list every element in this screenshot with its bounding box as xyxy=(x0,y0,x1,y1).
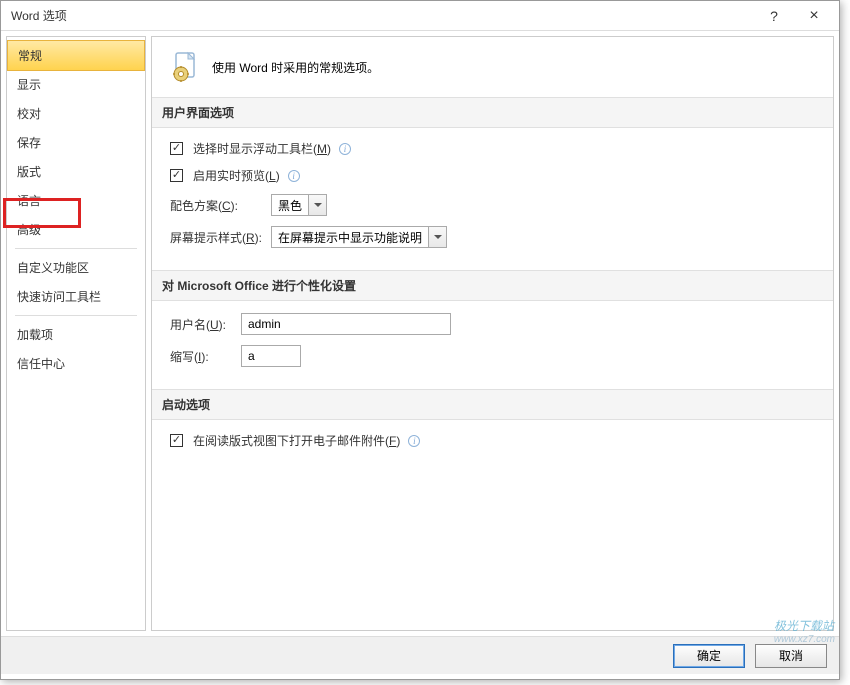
sidebar-item-display[interactable]: 显示 xyxy=(7,70,145,99)
sidebar-item-proofing[interactable]: 校对 xyxy=(7,99,145,128)
section-body-personalize: 用户名(U): 缩写(I): xyxy=(152,301,833,389)
sidebar-item-language[interactable]: 语言 xyxy=(7,186,145,215)
label-color-scheme: 配色方案(C): xyxy=(170,197,265,214)
dialog-body: 常规 显示 校对 保存 版式 语言 高级 自定义功能区 快速访问工具栏 加载项 … xyxy=(1,31,839,636)
initials-input[interactable] xyxy=(241,345,301,367)
sidebar-item-quick-access[interactable]: 快速访问工具栏 xyxy=(7,282,145,311)
checkbox-live-preview[interactable] xyxy=(170,169,183,182)
select-color-scheme[interactable]: 黑色 xyxy=(271,194,327,216)
info-icon[interactable]: i xyxy=(339,143,351,155)
label-initials: 缩写(I): xyxy=(170,348,235,365)
sidebar-item-save[interactable]: 保存 xyxy=(7,128,145,157)
section-header-ui: 用户界面选项 xyxy=(152,97,833,128)
close-button[interactable]: × xyxy=(794,2,834,30)
chevron-down-icon[interactable] xyxy=(428,227,446,247)
sidebar-item-trust-center[interactable]: 信任中心 xyxy=(7,349,145,378)
sidebar-separator xyxy=(15,315,137,316)
sidebar-item-advanced[interactable]: 高级 xyxy=(7,215,145,244)
label-screentip: 屏幕提示样式(R): xyxy=(170,229,265,246)
label-live-preview: 启用实时预览(L) xyxy=(193,167,280,184)
select-color-scheme-value: 黑色 xyxy=(272,197,308,214)
document-gear-icon xyxy=(170,51,202,83)
sidebar-item-layout[interactable]: 版式 xyxy=(7,157,145,186)
ok-button[interactable]: 确定 xyxy=(673,644,745,668)
sidebar-item-customize-ribbon[interactable]: 自定义功能区 xyxy=(7,253,145,282)
sidebar-separator xyxy=(15,248,137,249)
window-title: Word 选项 xyxy=(11,7,754,24)
sidebar: 常规 显示 校对 保存 版式 语言 高级 自定义功能区 快速访问工具栏 加载项 … xyxy=(6,36,146,631)
section-body-ui: 选择时显示浮动工具栏(M) i 启用实时预览(L) i 配色方案(C): xyxy=(152,128,833,270)
info-icon[interactable]: i xyxy=(408,435,420,447)
section-header-startup: 启动选项 xyxy=(152,389,833,420)
dialog-footer: 确定 取消 xyxy=(1,636,839,674)
titlebar: Word 选项 ? × xyxy=(1,1,839,31)
intro-text: 使用 Word 时采用的常规选项。 xyxy=(212,59,379,76)
info-icon[interactable]: i xyxy=(288,170,300,182)
help-button[interactable]: ? xyxy=(754,2,794,30)
section-header-personalize: 对 Microsoft Office 进行个性化设置 xyxy=(152,270,833,301)
word-options-dialog: Word 选项 ? × 常规 显示 校对 保存 版式 语言 高级 自定义功能区 … xyxy=(0,0,840,680)
username-input[interactable] xyxy=(241,313,451,335)
sidebar-item-addins[interactable]: 加载项 xyxy=(7,320,145,349)
chevron-down-icon[interactable] xyxy=(308,195,326,215)
label-username: 用户名(U): xyxy=(170,316,235,333)
intro: 使用 Word 时采用的常规选项。 xyxy=(152,37,833,97)
checkbox-mini-toolbar[interactable] xyxy=(170,142,183,155)
content-panel: 使用 Word 时采用的常规选项。 用户界面选项 选择时显示浮动工具栏(M) i xyxy=(151,36,834,631)
cancel-button[interactable]: 取消 xyxy=(755,644,827,668)
label-mini-toolbar: 选择时显示浮动工具栏(M) xyxy=(193,140,331,157)
section-body-startup: 在阅读版式视图下打开电子邮件附件(F) i xyxy=(152,420,833,471)
checkbox-open-attachments[interactable] xyxy=(170,434,183,447)
sidebar-item-general[interactable]: 常规 xyxy=(7,40,145,71)
select-screentip[interactable]: 在屏幕提示中显示功能说明 xyxy=(271,226,447,248)
select-screentip-value: 在屏幕提示中显示功能说明 xyxy=(272,229,428,246)
label-open-attachments: 在阅读版式视图下打开电子邮件附件(F) xyxy=(193,432,400,449)
